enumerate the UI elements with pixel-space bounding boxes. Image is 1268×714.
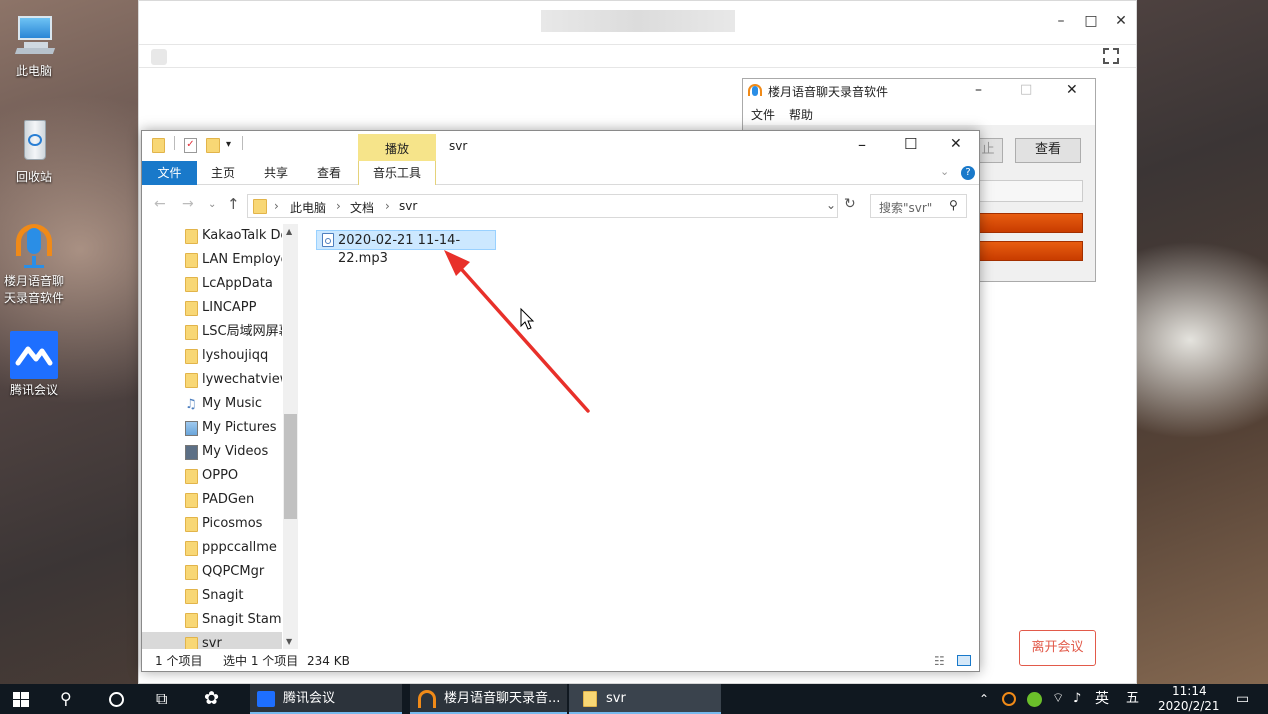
taskbar-app-label: svr (606, 691, 626, 706)
security-tray-icon[interactable] (1027, 692, 1042, 707)
taskbar-app-label: 腾讯会议 (283, 691, 336, 706)
windows-start-icon[interactable] (13, 692, 29, 707)
clock-date[interactable]: 2020/2/21 (1158, 699, 1220, 714)
notification-icon[interactable]: ▭ (1236, 684, 1249, 714)
wifi-icon[interactable]: ⌔ (1052, 684, 1064, 714)
task-view-icon[interactable]: ⧉ (156, 689, 167, 709)
ime-indicator[interactable]: 英 (1095, 684, 1109, 714)
pinwheel-icon[interactable]: ✿ (204, 688, 219, 709)
chevron-up-icon[interactable]: ⌃ (979, 684, 989, 714)
folder-icon (583, 691, 597, 707)
clock-time[interactable]: 11:14 (1172, 684, 1207, 699)
taskbar-app-label: 楼月语音聊天录音... (444, 691, 561, 706)
taskbar-app-tencent-meeting[interactable]: 腾讯会议 (250, 684, 402, 714)
annotation-arrow (444, 250, 590, 413)
volume-icon[interactable]: ♪ (1073, 684, 1081, 714)
recorder-tray-icon[interactable] (1002, 692, 1016, 706)
taskbar-app-explorer[interactable]: svr (569, 684, 721, 714)
taskbar: ⚲ ⧉ ✿ 腾讯会议 楼月语音聊天录音... svr ⌃ ⌔ ♪ 英 五 11:… (0, 684, 1268, 714)
cortana-icon[interactable] (109, 692, 124, 707)
headset-icon (418, 690, 436, 708)
tencent-meeting-icon (257, 691, 275, 707)
taskbar-app-recorder[interactable]: 楼月语音聊天录音... (410, 684, 567, 714)
ime-mode[interactable]: 五 (1126, 684, 1139, 714)
search-icon[interactable]: ⚲ (60, 689, 72, 708)
